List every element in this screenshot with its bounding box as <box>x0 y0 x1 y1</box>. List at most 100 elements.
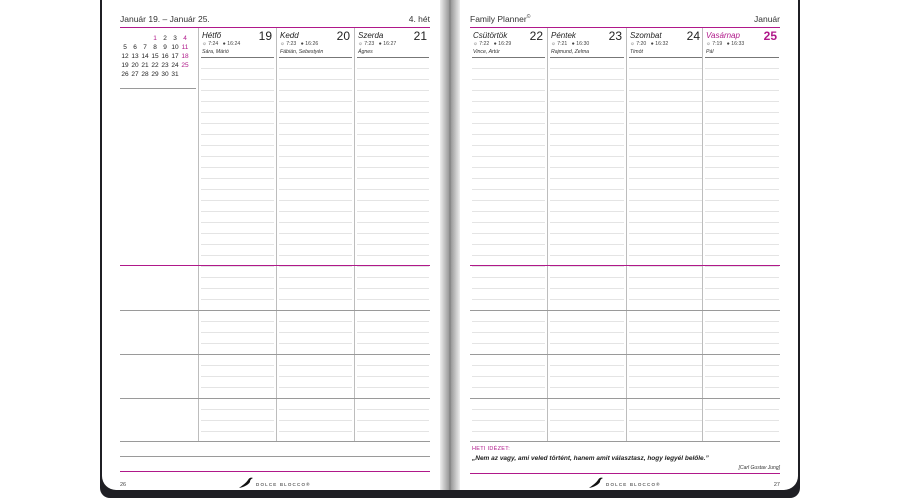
section-rule <box>470 354 780 355</box>
day-column-sunday[interactable]: Vasárnap 25 ☼ 7:19 ● 16:33 Pál <box>702 28 781 441</box>
cal-cell: 17 <box>171 53 179 60</box>
sunset-time: 16:29 <box>498 41 512 47</box>
sunset-icon: ● <box>493 41 497 47</box>
section-rule <box>120 354 430 355</box>
cal-cell: 13 <box>131 53 139 60</box>
sunrise-time: 7:23 <box>286 41 297 47</box>
section-rule <box>120 441 430 442</box>
section-rule-pink <box>470 265 780 266</box>
section-rule <box>120 456 430 457</box>
cal-cell: 29 <box>151 71 159 78</box>
sunset-time: 16:32 <box>655 41 669 47</box>
left-page: Január 19. – Január 25. 4. hét 1 2 3 4 5… <box>102 0 440 490</box>
footer-rule <box>120 471 430 472</box>
writing-lines[interactable] <box>201 58 274 441</box>
sunrise-icon: ☼ <box>473 41 478 47</box>
day-number: 24 <box>686 29 700 43</box>
cal-cell: 27 <box>131 71 139 78</box>
writing-lines[interactable] <box>550 58 624 441</box>
cal-cell: 18 <box>181 53 189 60</box>
section-rule <box>470 398 780 399</box>
sunrise-icon: ☼ <box>706 41 711 47</box>
sunset-time: 16:30 <box>576 41 590 47</box>
cal-cell: 26 <box>121 71 129 78</box>
day-name: Szombat <box>630 31 662 40</box>
planner-title-text: Family Planner <box>470 14 527 24</box>
cal-cell: 31 <box>171 71 179 78</box>
writing-lines[interactable] <box>629 58 702 441</box>
day-column-saturday[interactable]: Szombat 24 ☼ 7:20 ● 16:32 Timót <box>626 28 704 441</box>
section-rule <box>120 310 430 311</box>
quote-heading: HETI IDÉZET: <box>472 446 511 452</box>
sunset-icon: ● <box>726 41 730 47</box>
cal-cell: 25 <box>181 62 189 69</box>
day-number: 25 <box>763 29 777 43</box>
cal-cell: 7 <box>143 44 147 51</box>
cal-cell: 22 <box>151 62 159 69</box>
writing-lines[interactable] <box>472 58 545 441</box>
cal-cell: 6 <box>133 44 137 51</box>
cal-cell: 5 <box>123 44 127 51</box>
footer-rule <box>470 473 780 474</box>
sunrise-icon: ☼ <box>551 41 556 47</box>
cal-cell: 21 <box>141 62 149 69</box>
sunrise-time: 7:21 <box>557 41 568 47</box>
day-column-monday[interactable]: Hétfő 19 ☼ 7:24 ● 16:24 Sára, Márió <box>198 28 276 441</box>
cal-cell: 15 <box>151 53 159 60</box>
day-number: 20 <box>336 29 350 43</box>
cal-cell: 1 <box>153 35 157 42</box>
sunset-icon: ● <box>650 41 654 47</box>
cal-cell: 12 <box>121 53 129 60</box>
page-number: 26 <box>120 482 127 488</box>
day-column-friday[interactable]: Péntek 23 ☼ 7:21 ● 16:30 Rajmund, Zelma <box>547 28 626 441</box>
bird-logo-icon <box>589 477 603 488</box>
book-spine <box>440 0 460 490</box>
planner-title: Family Planner© <box>470 14 530 24</box>
cal-cell: 28 <box>141 71 149 78</box>
name-day: Sára, Márió <box>202 49 229 55</box>
sunrise-time: 7:20 <box>636 41 647 47</box>
calendar-rule <box>120 88 196 89</box>
day-column-thursday[interactable]: Csütörtök 22 ☼ 7:22 ● 16:29 Vince, Artúr <box>470 28 547 441</box>
day-name: Hétfő <box>202 31 222 40</box>
cal-cell: 2 <box>163 35 167 42</box>
writing-lines[interactable] <box>279 58 352 441</box>
sun-times: ☼ 7:24 ● 16:24 <box>202 41 240 47</box>
weekly-quote: „Nem az vagy, ami veled történt, hanem a… <box>472 455 709 462</box>
day-name: Szerda <box>358 31 384 40</box>
day-name: Vasárnap <box>706 31 740 40</box>
sunrise-time: 7:24 <box>208 41 219 47</box>
week-range: Január 19. – Január 25. <box>120 14 210 24</box>
sunset-time: 16:26 <box>305 41 319 47</box>
day-column-tuesday[interactable]: Kedd 20 ☼ 7:23 ● 16:26 Fábián, Sebestyén <box>276 28 354 441</box>
cal-cell <box>140 34 150 43</box>
sun-times: ☼ 7:20 ● 16:32 <box>630 41 668 47</box>
copyright-mark: © <box>526 14 531 21</box>
sunrise-icon: ☼ <box>358 41 363 47</box>
sunset-time: 16:33 <box>731 41 745 47</box>
cal-cell: 9 <box>163 44 167 51</box>
cal-cell: 4 <box>183 35 187 42</box>
bird-logo-icon <box>239 477 253 488</box>
sunset-time: 16:27 <box>383 41 397 47</box>
cal-cell <box>120 34 130 43</box>
section-rule <box>470 310 780 311</box>
cal-cell <box>130 34 140 43</box>
writing-lines[interactable] <box>357 58 429 441</box>
cal-cell: 23 <box>161 62 169 69</box>
name-day: Timót <box>630 49 643 55</box>
page-number: 27 <box>773 482 780 488</box>
sun-times: ☼ 7:23 ● 16:26 <box>280 41 318 47</box>
week-number: 4. hét <box>408 14 430 24</box>
day-number: 21 <box>413 29 427 43</box>
sunset-icon: ● <box>300 41 304 47</box>
day-name: Kedd <box>280 31 299 40</box>
writing-lines[interactable] <box>705 58 779 441</box>
sunset-icon: ● <box>222 41 226 47</box>
cal-cell: 24 <box>171 62 179 69</box>
name-day: Rajmund, Zelma <box>551 49 590 55</box>
sunrise-icon: ☼ <box>202 41 207 47</box>
day-number: 19 <box>258 29 272 43</box>
day-column-wednesday[interactable]: Szerda 21 ☼ 7:23 ● 16:27 Ágnes <box>354 28 431 441</box>
cal-cell: 11 <box>181 44 189 51</box>
